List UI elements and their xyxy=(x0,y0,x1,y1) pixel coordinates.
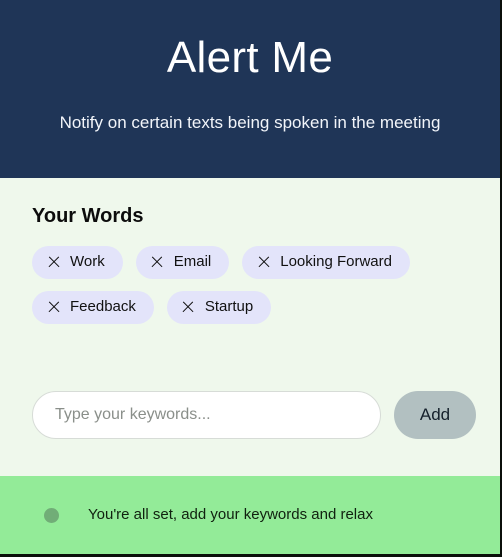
close-icon[interactable] xyxy=(182,301,195,314)
keyword-form: Add xyxy=(32,391,476,439)
keyword-chip-label: Feedback xyxy=(70,298,136,315)
keyword-chip[interactable]: Looking Forward xyxy=(242,246,410,279)
keyword-chip[interactable]: Feedback xyxy=(32,291,154,324)
close-icon[interactable] xyxy=(47,256,60,269)
close-icon[interactable] xyxy=(151,256,164,269)
page-subtitle: Notify on certain texts being spoken in … xyxy=(59,113,441,133)
page-title: Alert Me xyxy=(166,33,334,82)
keyword-input[interactable] xyxy=(32,391,381,439)
status-message: You're all set, add your keywords and re… xyxy=(88,506,373,523)
add-button[interactable]: Add xyxy=(394,391,476,439)
keyword-chip[interactable]: Email xyxy=(135,246,230,279)
keyword-chip[interactable]: Work xyxy=(32,246,123,279)
keyword-chip-label: Looking Forward xyxy=(280,253,392,270)
keyword-chip-label: Startup xyxy=(204,298,254,315)
keyword-chip[interactable]: Startup xyxy=(166,291,272,324)
app-header: Alert Me Notify on certain texts being s… xyxy=(0,0,500,178)
alert-me-app: Alert Me Notify on certain texts being s… xyxy=(0,0,502,557)
status-indicator-dot xyxy=(44,507,59,523)
section-heading-your-words: Your Words xyxy=(32,205,144,227)
status-bar: You're all set, add your keywords and re… xyxy=(0,476,500,554)
keyword-chip-label: Email xyxy=(173,253,212,270)
words-section: Your Words Work Email Looking Forward Fe… xyxy=(0,178,500,476)
close-icon[interactable] xyxy=(257,256,270,269)
keyword-chip-label: Work xyxy=(70,253,105,270)
close-icon[interactable] xyxy=(47,301,60,314)
keyword-chip-list: Work Email Looking Forward Feedback Star… xyxy=(32,246,452,324)
